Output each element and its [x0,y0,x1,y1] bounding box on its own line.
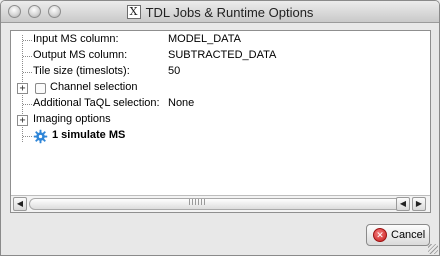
scroll-left-button-2[interactable]: ◀ [396,197,410,211]
tree-row-label: Additional TaQL selection: [33,97,160,109]
tree-row-label: Channel selection [50,81,138,93]
scroll-right-button[interactable]: ▶ [412,197,426,211]
expand-imaging-options-button[interactable]: + [17,115,28,126]
tree-connector [23,136,32,137]
gear-icon [33,129,48,144]
tree-row-input-ms-column[interactable]: Input MS column: MODEL_DATA [11,32,430,48]
tree-row-tile-size[interactable]: Tile size (timeslots): 50 [11,64,430,80]
channel-selection-checkbox[interactable] [35,83,46,94]
tree-row-simulate-ms-job[interactable]: 1 simulate MS [11,128,430,144]
window-resize-grip[interactable] [428,244,438,254]
title-bar: X TDL Jobs & Runtime Options [1,1,439,23]
tree-connector [23,104,32,105]
options-tree-panel: Input MS column: MODEL_DATA Output MS co… [10,30,431,213]
tree-row-label: Imaging options [33,113,111,125]
window-title-area: X TDL Jobs & Runtime Options [1,1,439,23]
tree-row-additional-taql[interactable]: Additional TaQL selection: None [11,96,430,112]
scrollbar-thumb[interactable] [29,198,404,210]
expand-channel-selection-button[interactable]: + [17,83,28,94]
tree-row-label: Tile size (timeslots): [33,65,130,77]
tree-row-label: Output MS column: [33,49,128,61]
tree-row-label: 1 simulate MS [52,129,126,141]
x11-app-icon: X [126,5,141,19]
tree-connector [23,72,32,73]
scroll-left-button[interactable]: ◀ [13,197,27,211]
horizontal-scrollbar[interactable]: ◀ ◀ ▶ [11,195,430,212]
tree-row-value[interactable]: 50 [168,65,180,77]
scrollbar-grip-icon [189,199,207,205]
options-tree: Input MS column: MODEL_DATA Output MS co… [11,31,430,195]
tree-row-value[interactable]: SUBTRACTED_DATA [168,49,276,61]
tree-connector [23,56,32,57]
dialog-window: X TDL Jobs & Runtime Options Input MS co… [0,0,440,256]
cancel-button-label: Cancel [391,229,426,241]
tree-row-value[interactable]: MODEL_DATA [168,33,241,45]
tree-row-label: Input MS column: [33,33,119,45]
tree-connector [23,40,32,41]
window-title: TDL Jobs & Runtime Options [145,4,314,20]
cancel-icon: ✕ [373,228,387,242]
tree-row-imaging-options[interactable]: + Imaging options [11,112,430,128]
tree-row-channel-selection[interactable]: + Channel selection [11,80,430,96]
tree-row-output-ms-column[interactable]: Output MS column: SUBTRACTED_DATA [11,48,430,64]
tree-row-value[interactable]: None [168,97,194,109]
cancel-button[interactable]: ✕ Cancel [366,224,430,246]
